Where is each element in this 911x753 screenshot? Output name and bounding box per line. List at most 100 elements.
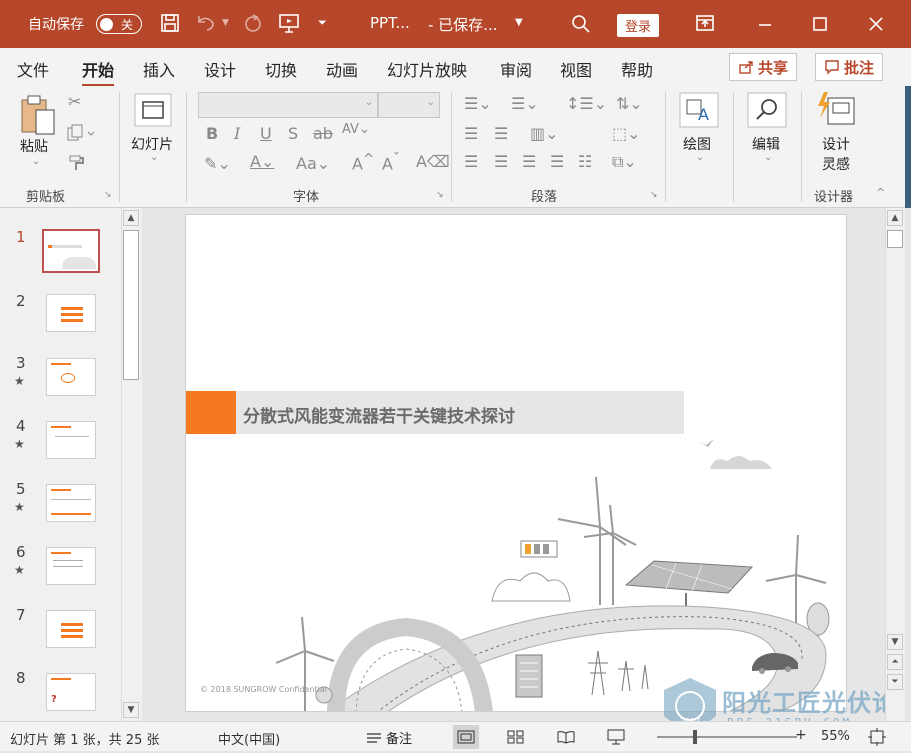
tab-help[interactable]: 帮助 bbox=[621, 57, 653, 81]
next-slide-icon[interactable]: ⏷ bbox=[887, 674, 903, 690]
new-slide-button[interactable] bbox=[133, 92, 173, 132]
cut-icon[interactable]: ✂ bbox=[68, 92, 81, 111]
customize-qat-icon[interactable]: ⏷ bbox=[318, 16, 327, 30]
designer-button[interactable] bbox=[816, 92, 856, 132]
reading-view-button[interactable] bbox=[553, 725, 579, 749]
slide-thumbnail-7[interactable] bbox=[46, 610, 96, 648]
tab-slideshow[interactable]: 幻灯片放映 bbox=[387, 57, 467, 81]
slideshow-view-button[interactable] bbox=[603, 725, 629, 749]
shadow-icon[interactable]: S bbox=[288, 124, 298, 143]
slide-thumbnail-3[interactable] bbox=[46, 358, 96, 396]
slide-sorter-button[interactable] bbox=[503, 725, 529, 749]
font-launcher-icon[interactable]: ↘ bbox=[436, 190, 444, 200]
scroll-up-icon[interactable]: ▲ bbox=[887, 210, 903, 226]
tab-file[interactable]: 文件 bbox=[17, 57, 49, 81]
tab-animations[interactable]: 动画 bbox=[326, 57, 358, 81]
format-painter-icon[interactable] bbox=[68, 154, 86, 176]
minimize-icon[interactable] bbox=[757, 17, 773, 31]
justify-icon[interactable]: ☰ bbox=[550, 152, 564, 171]
undo-icon[interactable] bbox=[195, 13, 217, 33]
fit-slide-icon[interactable] bbox=[868, 728, 886, 750]
align-right-icon[interactable]: ☰ bbox=[522, 152, 536, 171]
paste-button[interactable] bbox=[18, 94, 58, 142]
zoom-level[interactable]: 55% bbox=[821, 729, 850, 744]
smartart-icon[interactable]: ⧉⌄ bbox=[612, 152, 637, 172]
strikethrough-icon[interactable]: ab bbox=[313, 124, 333, 143]
tab-home[interactable]: 开始 bbox=[82, 57, 115, 87]
editing-dropdown-icon[interactable]: ⌄ bbox=[764, 152, 772, 163]
slide-thumbnail-5[interactable] bbox=[46, 484, 96, 522]
scroll-down-icon[interactable]: ▼ bbox=[123, 702, 139, 718]
scroll-down-icon[interactable]: ▼ bbox=[887, 634, 903, 650]
close-icon[interactable] bbox=[868, 16, 884, 32]
tab-view[interactable]: 视图 bbox=[560, 57, 592, 81]
paste-dropdown-icon[interactable]: ⌄ bbox=[32, 156, 40, 167]
underline-icon[interactable]: U bbox=[260, 124, 272, 143]
autosave-toggle[interactable]: 关 bbox=[96, 14, 142, 34]
slide-canvas[interactable]: 分散式风能变流器若干关键技术探讨 © 2018 SUNGROW Confiden… bbox=[185, 214, 847, 712]
numbering-icon[interactable]: ☰⌄ bbox=[511, 94, 539, 113]
slide-thumbnail-8[interactable]: ? bbox=[46, 673, 96, 711]
slide-thumbnail-2[interactable] bbox=[46, 294, 96, 332]
tab-transitions[interactable]: 切换 bbox=[265, 57, 297, 81]
new-slide-dropdown-icon[interactable]: ⌄ bbox=[150, 152, 158, 163]
zoom-slider[interactable] bbox=[657, 736, 797, 738]
collapse-ribbon-icon[interactable]: ^ bbox=[876, 186, 885, 199]
login-button[interactable]: 登录 bbox=[617, 14, 660, 37]
redo-icon[interactable] bbox=[242, 13, 264, 33]
columns-icon[interactable]: ▥⌄ bbox=[530, 124, 559, 143]
paragraph-launcher-icon[interactable]: ↘ bbox=[650, 190, 658, 200]
tab-review[interactable]: 审阅 bbox=[500, 57, 532, 81]
undo-dropdown-icon[interactable]: ▼ bbox=[222, 18, 229, 28]
slide-thumbnail-4[interactable] bbox=[46, 421, 96, 459]
align-left-icon[interactable]: ☰ bbox=[464, 152, 478, 171]
italic-icon[interactable]: I bbox=[234, 124, 240, 143]
bold-icon[interactable]: B bbox=[206, 124, 218, 143]
decrease-indent-icon[interactable]: ☰ bbox=[464, 124, 478, 143]
distribute-icon[interactable]: ☷ bbox=[578, 152, 592, 171]
zoom-in-icon[interactable]: + bbox=[795, 727, 807, 743]
main-scroll-thumb[interactable] bbox=[887, 230, 903, 248]
slide-thumbnail-1[interactable] bbox=[42, 229, 100, 273]
presentation-icon[interactable] bbox=[278, 13, 300, 33]
char-spacing-icon[interactable]: AV⌄ bbox=[342, 122, 370, 137]
slide-thumbnail-panel[interactable]: 1 2 3 ★ 4 ★ 5 ★ 6 ★ 7 8 ? ▲ ▼ bbox=[0, 208, 142, 721]
text-direction-icon[interactable]: ⇅⌄ bbox=[616, 94, 643, 113]
normal-view-button[interactable] bbox=[453, 725, 479, 749]
line-spacing-icon[interactable]: ↕☰⌄ bbox=[566, 94, 607, 113]
scroll-thumb[interactable] bbox=[123, 230, 139, 380]
clear-format-icon[interactable]: A⌫ bbox=[416, 152, 450, 171]
language-status[interactable]: 中文(中国) bbox=[218, 729, 280, 748]
align-text-icon[interactable]: ⬚⌄ bbox=[612, 124, 641, 143]
slide-thumbnail-6[interactable] bbox=[46, 547, 96, 585]
notes-button[interactable]: 备注 bbox=[365, 728, 412, 747]
comments-button[interactable]: 批注 bbox=[815, 53, 884, 81]
font-color-icon[interactable]: A⌄ bbox=[250, 152, 274, 171]
main-scrollbar[interactable]: ▲ ▼ ⏶ ⏷ bbox=[885, 208, 905, 721]
font-name-select[interactable]: ⌄ bbox=[198, 92, 378, 118]
save-icon[interactable] bbox=[160, 13, 180, 33]
drawing-dropdown-icon[interactable]: ⌄ bbox=[696, 152, 704, 163]
ribbon-display-icon[interactable] bbox=[695, 14, 715, 32]
share-button[interactable]: 共享 bbox=[729, 53, 798, 81]
doc-menu-chevron-icon[interactable]: ▼ bbox=[515, 17, 523, 28]
highlight-icon[interactable]: ✎⌄ bbox=[204, 154, 231, 173]
increase-indent-icon[interactable]: ☰ bbox=[494, 124, 508, 143]
zoom-slider-thumb[interactable] bbox=[693, 730, 697, 744]
clipboard-launcher-icon[interactable]: ↘ bbox=[104, 190, 112, 200]
tab-insert[interactable]: 插入 bbox=[143, 57, 175, 81]
previous-slide-icon[interactable]: ⏶ bbox=[887, 654, 903, 670]
tab-design[interactable]: 设计 bbox=[204, 57, 236, 81]
editing-button[interactable] bbox=[747, 92, 787, 132]
bullets-icon[interactable]: ☰⌄ bbox=[464, 94, 492, 113]
search-icon[interactable] bbox=[570, 13, 592, 35]
shrink-font-icon[interactable]: Aˇ bbox=[382, 152, 400, 173]
drawing-button[interactable]: A bbox=[679, 92, 719, 132]
copy-icon[interactable] bbox=[66, 124, 96, 146]
scroll-up-icon[interactable]: ▲ bbox=[123, 210, 139, 226]
align-center-icon[interactable]: ☰ bbox=[494, 152, 508, 171]
change-case-icon[interactable]: Aa⌄ bbox=[296, 154, 330, 173]
font-size-select[interactable]: ⌄ bbox=[378, 92, 440, 118]
maximize-icon[interactable] bbox=[812, 16, 828, 32]
grow-font-icon[interactable]: A^ bbox=[352, 152, 374, 173]
